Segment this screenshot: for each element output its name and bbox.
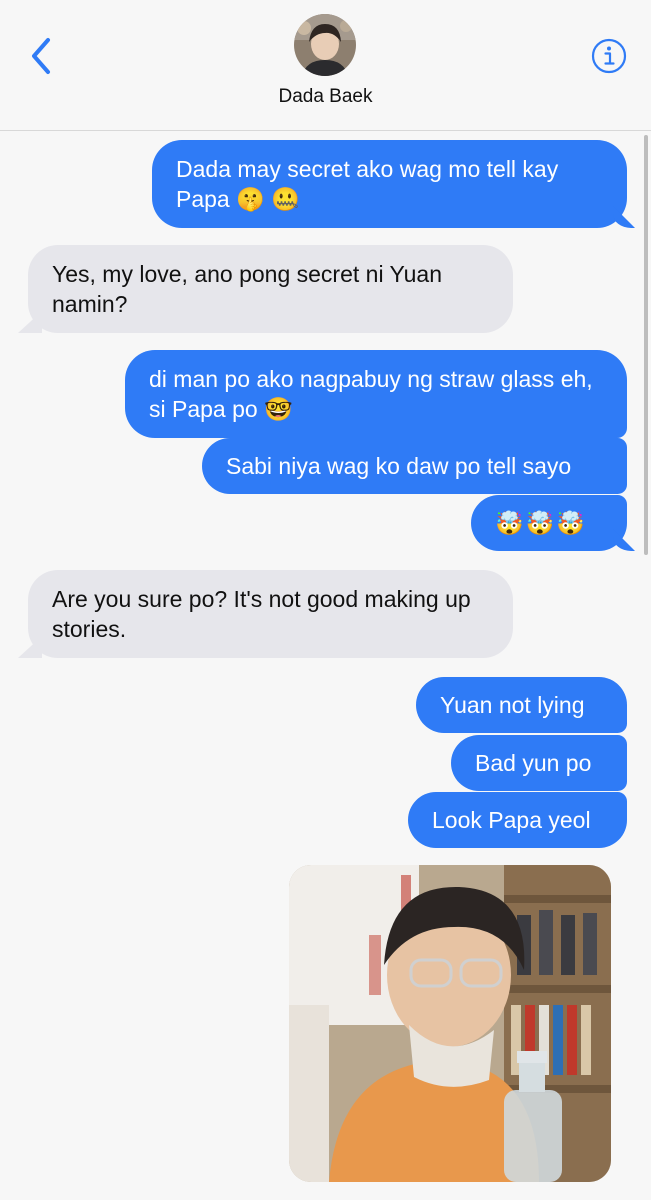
contact-name[interactable]: Dada Baek bbox=[0, 86, 651, 108]
info-button[interactable] bbox=[591, 38, 627, 74]
message-bubble-sent[interactable]: Yuan not lying bbox=[416, 677, 627, 733]
message-bubble-sent[interactable]: Dada may secret ako wag mo tell kay Papa… bbox=[152, 140, 627, 228]
scroll-indicator[interactable] bbox=[644, 135, 648, 555]
message-text: Yuan not lying bbox=[440, 692, 585, 718]
attachment-image bbox=[289, 865, 611, 1182]
message-text: Are you sure po? It's not good making up… bbox=[52, 586, 471, 642]
conversation-header: Dada Baek bbox=[0, 0, 651, 131]
message-bubble-sent[interactable]: 🤯🤯🤯 bbox=[471, 495, 627, 551]
message-bubble-sent[interactable]: Look Papa yeol bbox=[408, 792, 627, 848]
message-text: Bad yun po bbox=[475, 750, 592, 776]
message-text: Dada may secret ako wag mo tell kay Papa… bbox=[176, 156, 559, 212]
message-bubble-received[interactable]: Are you sure po? It's not good making up… bbox=[28, 570, 513, 658]
back-button[interactable] bbox=[24, 34, 64, 78]
message-bubble-sent[interactable]: Bad yun po bbox=[451, 735, 627, 791]
avatar-image bbox=[294, 14, 356, 76]
message-text: di man po ako nagpabuy ng straw glass eh… bbox=[149, 366, 593, 422]
message-bubble-sent[interactable]: Sabi niya wag ko daw po tell sayo bbox=[202, 438, 627, 494]
chevron-left-icon bbox=[32, 38, 50, 74]
contact-avatar[interactable] bbox=[294, 14, 356, 76]
message-text: Yes, my love, ano pong secret ni Yuan na… bbox=[52, 261, 442, 317]
message-text: Look Papa yeol bbox=[432, 807, 591, 833]
info-icon bbox=[591, 38, 627, 74]
message-bubble-sent[interactable]: di man po ako nagpabuy ng straw glass eh… bbox=[125, 350, 627, 438]
message-text: 🤯🤯🤯 bbox=[495, 510, 587, 536]
message-text: Sabi niya wag ko daw po tell sayo bbox=[226, 453, 572, 479]
message-bubble-received[interactable]: Yes, my love, ano pong secret ni Yuan na… bbox=[28, 245, 513, 333]
photo-attachment[interactable] bbox=[289, 865, 611, 1182]
